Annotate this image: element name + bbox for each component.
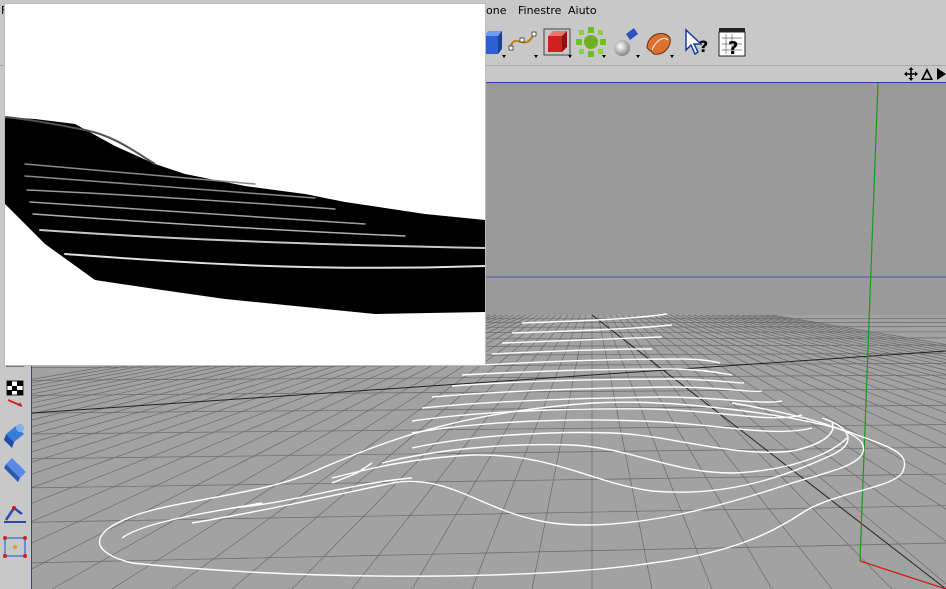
spline-button[interactable] xyxy=(506,24,540,60)
grid-help-icon: ? xyxy=(718,28,746,59)
svg-text:?: ? xyxy=(728,38,738,59)
deformer-tool-button[interactable] xyxy=(2,420,28,450)
rotate-view-icon xyxy=(921,68,933,80)
nurbs-icon xyxy=(543,28,572,58)
array-button[interactable] xyxy=(574,24,608,60)
points-tool-icon xyxy=(3,536,27,558)
checker-arrow-tool-icon xyxy=(6,380,24,407)
zoom-view-icon xyxy=(937,68,946,80)
menu-help[interactable]: Aiuto xyxy=(568,4,597,17)
rotate-view-button[interactable] xyxy=(920,67,934,81)
nurbs-button[interactable] xyxy=(540,24,574,60)
light-icon xyxy=(614,28,640,58)
light-button[interactable] xyxy=(608,24,642,60)
pointer-help-button[interactable]: ? xyxy=(680,24,714,60)
menu-selection[interactable]: ione xyxy=(483,4,507,17)
menu-windows[interactable]: Finestre xyxy=(518,4,561,17)
checker-arrow-tool-button[interactable] xyxy=(2,378,28,408)
points-tool-button[interactable] xyxy=(2,532,28,562)
array-icon xyxy=(576,27,606,58)
zoom-view-button[interactable] xyxy=(935,67,946,81)
deformer-tool-icon xyxy=(4,424,24,448)
move-view-icon xyxy=(904,67,918,81)
bevel-tool-icon xyxy=(4,458,26,482)
camera-icon xyxy=(646,33,674,58)
camera-button[interactable] xyxy=(642,24,676,60)
ik-tool-icon xyxy=(4,506,26,523)
bevel-tool-button[interactable] xyxy=(2,456,28,486)
move-view-button[interactable] xyxy=(904,67,918,81)
spline-icon xyxy=(508,31,538,58)
svg-text:?: ? xyxy=(699,37,708,56)
pointer-help-icon: ? xyxy=(685,28,708,56)
ik-tool-button[interactable] xyxy=(2,494,28,524)
render-image xyxy=(5,4,485,365)
render-preview-window[interactable] xyxy=(5,4,485,365)
grid-help-button[interactable]: ? xyxy=(716,24,750,60)
